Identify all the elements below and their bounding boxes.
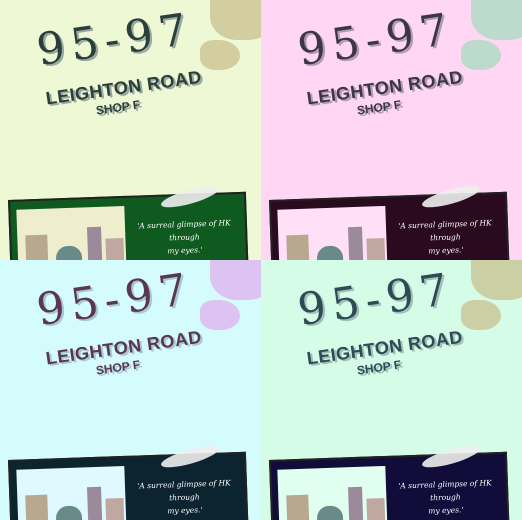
building-shape bbox=[86, 486, 103, 520]
building-shape bbox=[347, 486, 364, 520]
address-sign: 95-97 LEIGHTON ROAD SHOP F bbox=[261, 260, 522, 476]
address-sign: 95-97 LEIGHTON ROAD SHOP F bbox=[261, 0, 522, 216]
building-shape bbox=[286, 234, 310, 260]
building-shape bbox=[55, 505, 83, 520]
address-sign: 95-97 LEIGHTON ROAD SHOP F bbox=[0, 0, 261, 216]
quote-line-1: 'A surreal glimpse of HK through bbox=[137, 478, 231, 503]
building-shape bbox=[316, 505, 344, 520]
poster: 'A surreal glimpse of HK through my eyes… bbox=[269, 441, 510, 520]
building-shape bbox=[25, 234, 49, 260]
building-shape bbox=[105, 237, 125, 260]
poster: 'A surreal glimpse of HK through my eyes… bbox=[8, 441, 249, 520]
building-shape bbox=[316, 245, 344, 260]
panel-top-right: 95-97 LEIGHTON ROAD SHOP F 'A surreal gl… bbox=[261, 0, 522, 260]
address-sign: 95-97 LEIGHTON ROAD SHOP F bbox=[0, 260, 261, 476]
street-number: 95-97 bbox=[294, 263, 457, 337]
quote-line-2: my eyes.' bbox=[428, 245, 464, 256]
quote-line-1: 'A surreal glimpse of HK through bbox=[398, 478, 492, 503]
building-shape bbox=[286, 494, 310, 520]
poster-quote: 'A surreal glimpse of HK through my eyes… bbox=[129, 216, 240, 259]
building-shape bbox=[347, 226, 364, 260]
street-number: 95-97 bbox=[33, 3, 196, 77]
poster-quote: 'A surreal glimpse of HK through my eyes… bbox=[129, 476, 240, 519]
building-shape bbox=[105, 497, 125, 520]
poster-photo bbox=[16, 205, 127, 260]
quote-line-2: my eyes.' bbox=[428, 505, 464, 516]
quote-line-2: my eyes.' bbox=[167, 245, 203, 256]
poster-photo bbox=[277, 205, 388, 260]
panel-bottom-left: 95-97 LEIGHTON ROAD SHOP F 'A surreal gl… bbox=[0, 260, 261, 520]
panel-bottom-right: 95-97 LEIGHTON ROAD SHOP F 'A surreal gl… bbox=[261, 260, 522, 520]
quote-line-2: my eyes.' bbox=[167, 505, 203, 516]
poster-quote: 'A surreal glimpse of HK through my eyes… bbox=[390, 476, 501, 519]
poster: 'A surreal glimpse of HK through my eyes… bbox=[8, 181, 249, 260]
quote-line-1: 'A surreal glimpse of HK through bbox=[398, 218, 492, 243]
poster-photo bbox=[277, 465, 388, 520]
building-shape bbox=[366, 497, 386, 520]
poster: 'A surreal glimpse of HK through my eyes… bbox=[269, 181, 510, 260]
poster-quote: 'A surreal glimpse of HK through my eyes… bbox=[390, 216, 501, 259]
quote-line-1: 'A surreal glimpse of HK through bbox=[137, 218, 231, 243]
poster-photo bbox=[16, 465, 127, 520]
photo-grid: 95-97 LEIGHTON ROAD SHOP F 'A surreal gl… bbox=[0, 0, 522, 520]
building-shape bbox=[25, 494, 49, 520]
street-number: 95-97 bbox=[294, 3, 457, 77]
building-shape bbox=[55, 245, 83, 260]
street-number: 95-97 bbox=[33, 263, 196, 337]
building-shape bbox=[86, 226, 103, 260]
panel-top-left: 95-97 LEIGHTON ROAD SHOP F 'A surreal gl… bbox=[0, 0, 261, 260]
building-shape bbox=[366, 237, 386, 260]
